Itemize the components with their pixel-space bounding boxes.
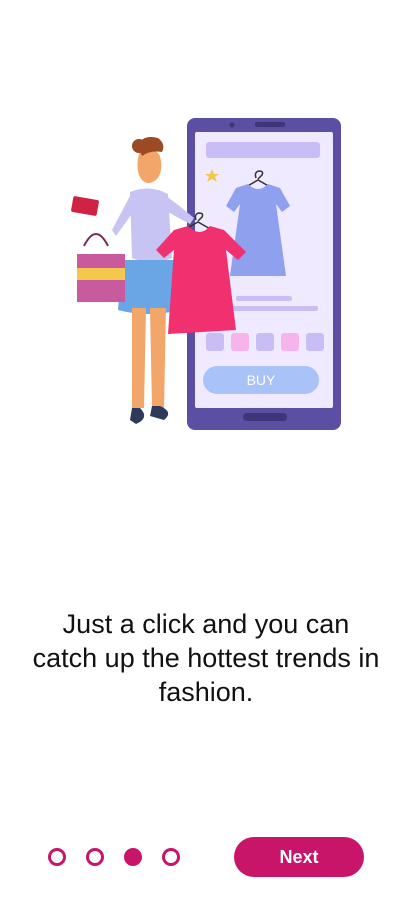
next-button[interactable]: Next <box>234 837 364 877</box>
shopping-bag-graphic <box>77 233 125 302</box>
page-indicator <box>48 845 180 869</box>
page-dot-2[interactable] <box>86 848 104 866</box>
onboarding-caption: Just a click and you can catch up the ho… <box>32 609 380 707</box>
shopping-illustration: BUY <box>71 118 341 430</box>
phone-buy-label: BUY <box>247 372 276 388</box>
page-dot-3-active[interactable] <box>124 848 142 866</box>
page-dot-4[interactable] <box>162 848 180 866</box>
page-dot-1[interactable] <box>48 848 66 866</box>
